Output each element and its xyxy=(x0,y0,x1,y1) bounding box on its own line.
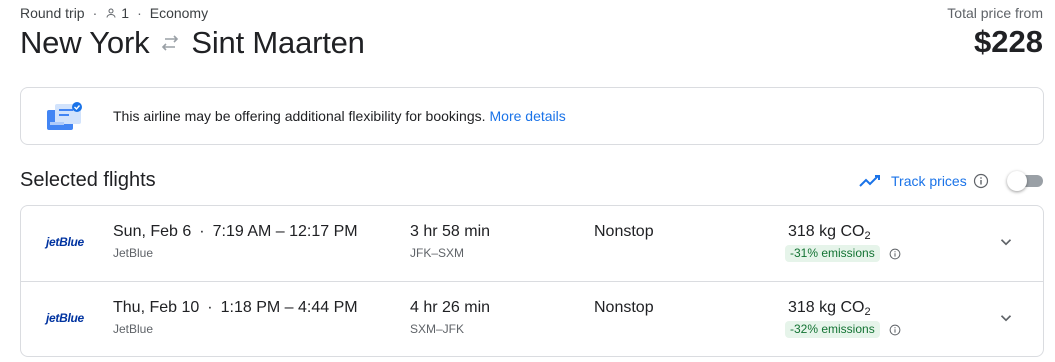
flight-date: Sun, Feb 6 xyxy=(113,223,192,240)
track-prices-label[interactable]: Track prices xyxy=(891,173,967,189)
banner-message: This airline may be offering additional … xyxy=(113,108,486,124)
banner-text: This airline may be offering additional … xyxy=(113,108,566,124)
selected-flights-list: jetBlue Sun, Feb 6 · 7:19 AM – 12:17 PM … xyxy=(20,205,1044,357)
price-label: Total price from xyxy=(947,5,1043,21)
passenger-count: 1 xyxy=(105,5,129,21)
co2-amount: 318 kg CO2 xyxy=(788,299,871,318)
route-title: New York Sint Maarten xyxy=(20,24,365,62)
flight-airports: SXM–JFK xyxy=(410,322,465,336)
flight-date: Thu, Feb 10 xyxy=(113,299,200,316)
total-price: $228 xyxy=(974,24,1043,59)
track-prices-toggle[interactable] xyxy=(1007,171,1043,191)
flight-times: 1:18 PM – 4:44 PM xyxy=(220,299,358,316)
emissions-badge: -32% emissions xyxy=(785,321,880,338)
airline-name: JetBlue xyxy=(113,246,154,260)
airline-name: JetBlue xyxy=(113,322,154,336)
trip-type: Round trip xyxy=(20,5,85,21)
trending-line-icon xyxy=(859,175,880,187)
flight-airports: JFK–SXM xyxy=(410,246,465,260)
separator-dot: · xyxy=(199,223,205,240)
person-icon xyxy=(106,8,116,18)
info-icon[interactable] xyxy=(889,324,901,336)
flexibility-banner: This airline may be offering additional … xyxy=(20,87,1044,145)
flight-stops: Nonstop xyxy=(594,223,654,240)
flexible-booking-illustration xyxy=(47,102,83,137)
passenger-number: 1 xyxy=(121,5,130,21)
separator-dot: · xyxy=(207,299,213,316)
airline-logo: jetBlue xyxy=(46,235,84,249)
flight-stops: Nonstop xyxy=(594,299,654,316)
track-prices[interactable]: Track prices xyxy=(859,171,989,191)
chevron-down-icon[interactable] xyxy=(997,233,1015,251)
flight-row[interactable]: jetBlue Sun, Feb 6 · 7:19 AM – 12:17 PM … xyxy=(21,206,1043,281)
flight-duration: 4 hr 26 min xyxy=(410,299,491,316)
co2-value: 318 kg CO xyxy=(788,299,865,316)
destination-city: Sint Maarten xyxy=(191,25,365,60)
origin-city: New York xyxy=(20,25,150,60)
swap-arrows-icon xyxy=(159,35,181,51)
separator-dot: · xyxy=(92,5,98,21)
flight-date-time: Thu, Feb 10 · 1:18 PM – 4:44 PM xyxy=(113,299,358,317)
separator-dot: · xyxy=(137,5,142,21)
co2-subscript: 2 xyxy=(864,230,871,242)
co2-amount: 318 kg CO2 xyxy=(788,223,871,242)
flight-row[interactable]: jetBlue Thu, Feb 10 · 1:18 PM – 4:44 PM … xyxy=(21,281,1043,356)
more-details-link[interactable]: More details xyxy=(490,108,566,124)
section-title: Selected flights xyxy=(20,169,156,191)
flight-times: 7:19 AM – 12:17 PM xyxy=(212,223,358,240)
chevron-down-icon[interactable] xyxy=(997,309,1015,327)
info-icon[interactable] xyxy=(973,173,989,189)
airline-logo: jetBlue xyxy=(46,311,84,325)
toggle-knob xyxy=(1007,171,1027,191)
flight-duration: 3 hr 58 min xyxy=(410,223,491,240)
co2-value: 318 kg CO xyxy=(788,223,865,240)
co2-subscript: 2 xyxy=(864,306,871,318)
cabin-class: Economy xyxy=(149,5,209,21)
info-icon[interactable] xyxy=(889,248,901,260)
trip-summary: Round trip · 1 · Economy xyxy=(20,5,208,21)
emissions-badge: -31% emissions xyxy=(785,245,880,262)
flight-date-time: Sun, Feb 6 · 7:19 AM – 12:17 PM xyxy=(113,223,358,241)
